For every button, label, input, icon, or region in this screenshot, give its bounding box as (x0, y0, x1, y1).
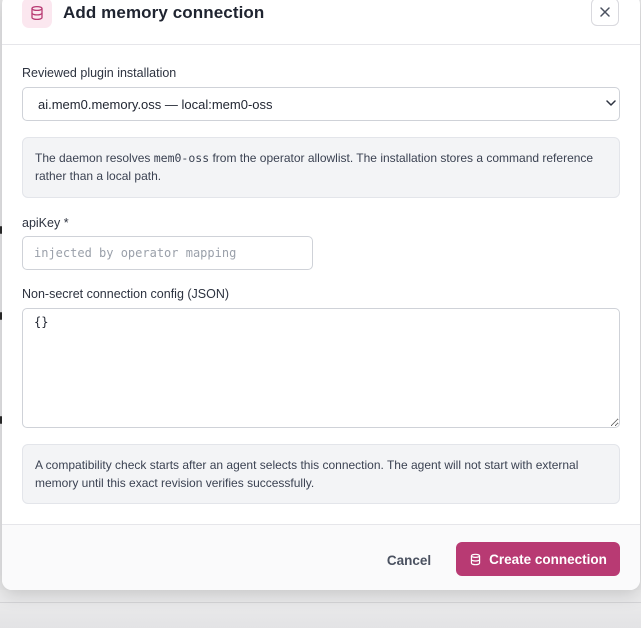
config-json-textarea[interactable]: {} (22, 308, 620, 428)
resolve-info-box: The daemon resolves mem0-oss from the op… (22, 137, 620, 198)
api-key-label: apiKey * (22, 216, 69, 230)
plugin-select[interactable]: ai.mem0.memory.oss — local:mem0-oss (22, 87, 620, 121)
resolve-note-code: mem0-oss (153, 151, 210, 165)
api-key-input[interactable] (22, 236, 313, 270)
page-backdrop (0, 590, 641, 628)
compatibility-info-box: A compatibility check starts after an ag… (22, 444, 620, 504)
database-icon (469, 553, 482, 566)
close-button[interactable] (591, 0, 619, 26)
cancel-button[interactable]: Cancel (372, 543, 446, 577)
create-connection-button[interactable]: Create connection (456, 542, 620, 576)
plugin-label: Reviewed plugin installation (22, 66, 177, 80)
backdrop-divider (0, 602, 641, 603)
create-connection-label: Create connection (489, 551, 607, 567)
dialog-footer: Cancel Create connection (2, 524, 640, 590)
chevron-down-icon (606, 100, 616, 106)
plugin-select-value: ai.mem0.memory.oss — local:mem0-oss (38, 97, 273, 112)
compatibility-note: A compatibility check starts after an ag… (35, 458, 579, 490)
dialog-header: Add memory connection (2, 0, 640, 45)
add-memory-connection-dialog: Add memory connection Reviewed plugin in… (2, 0, 640, 590)
database-icon (22, 0, 52, 28)
dialog-title: Add memory connection (63, 3, 265, 22)
close-icon (600, 7, 610, 17)
config-label: Non-secret connection config (JSON) (22, 287, 230, 301)
resolve-note-before: The daemon resolves (35, 151, 154, 165)
